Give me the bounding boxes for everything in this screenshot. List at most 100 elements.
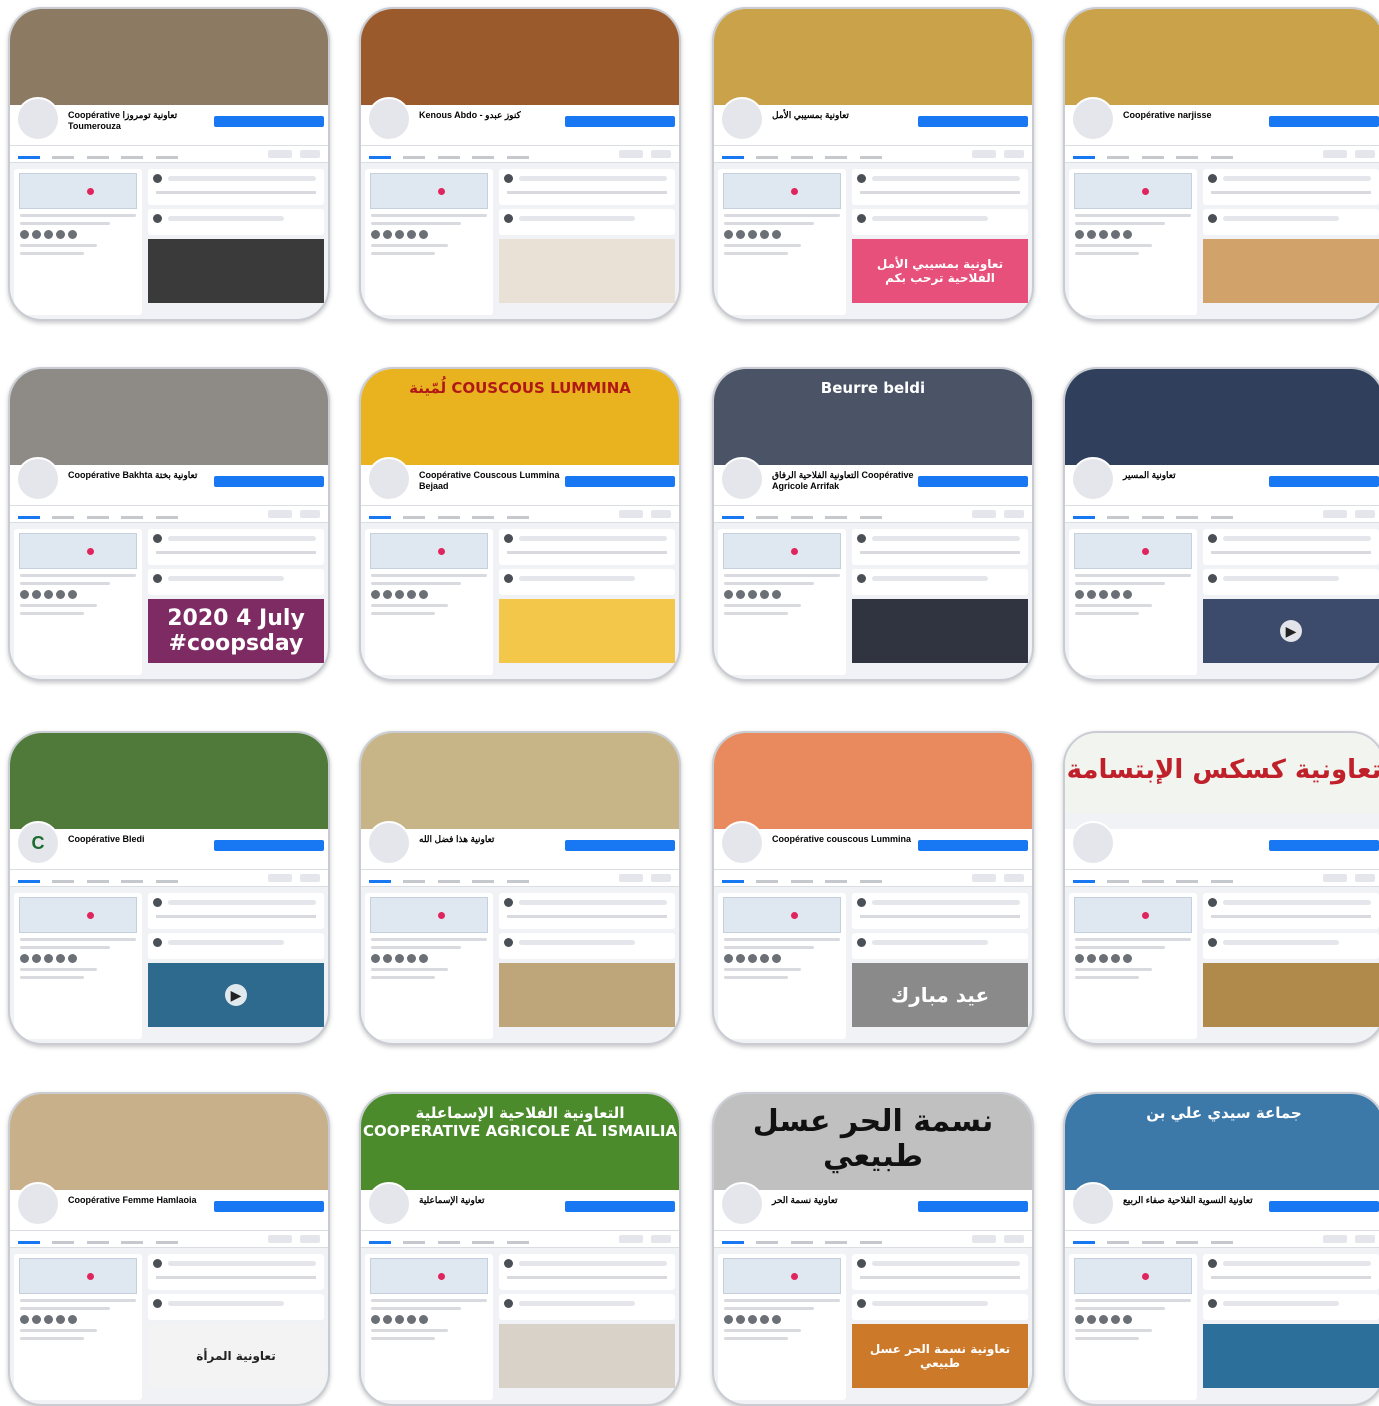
send-message-button[interactable] <box>1269 476 1379 487</box>
like-button[interactable] <box>1323 1235 1347 1243</box>
tab-posts[interactable] <box>472 1241 495 1244</box>
create-post-box[interactable] <box>499 529 675 565</box>
tab-more[interactable] <box>155 880 178 883</box>
location-map[interactable] <box>370 897 488 933</box>
create-post-box[interactable] <box>148 529 324 565</box>
page-avatar[interactable] <box>1071 1182 1115 1226</box>
search-button[interactable] <box>300 150 320 158</box>
tab-home[interactable] <box>1073 1241 1095 1244</box>
tab-about[interactable] <box>756 880 779 883</box>
tab-about[interactable] <box>1107 516 1130 519</box>
like-button[interactable] <box>619 510 643 518</box>
search-button[interactable] <box>1355 1235 1375 1243</box>
tab-photos[interactable] <box>1141 516 1164 519</box>
facebook-page-screenshot[interactable]: نسمة الحر عسل طبيعي تعاونية نسمة الحر تع… <box>712 1092 1034 1406</box>
location-map[interactable] <box>370 173 488 209</box>
send-message-button[interactable] <box>214 1201 324 1212</box>
page-name[interactable]: Kenous Abdo - كنوز عبدو <box>419 110 569 121</box>
post-image[interactable] <box>499 239 675 303</box>
post-image[interactable]: 2020 4 July #coopsday <box>148 599 324 663</box>
page-avatar[interactable] <box>16 97 60 141</box>
create-post-box[interactable] <box>1203 169 1379 205</box>
tab-photos[interactable] <box>1141 1241 1164 1244</box>
tab-posts[interactable] <box>1176 880 1199 883</box>
tab-about[interactable] <box>52 880 75 883</box>
facebook-page-screenshot[interactable]: Coopérative narjisse <box>1063 7 1379 321</box>
search-button[interactable] <box>1004 510 1024 518</box>
tab-photos[interactable] <box>86 156 109 159</box>
tab-about[interactable] <box>756 1241 779 1244</box>
tab-posts[interactable] <box>1176 156 1199 159</box>
tab-photos[interactable] <box>86 880 109 883</box>
post-image[interactable] <box>1203 963 1379 1027</box>
page-name[interactable]: التعاونية الفلاحية الرفاق Coopérative Ag… <box>772 470 922 492</box>
tab-more[interactable] <box>506 1241 529 1244</box>
tab-posts[interactable] <box>121 1241 144 1244</box>
tab-more[interactable] <box>1210 1241 1233 1244</box>
create-post-box[interactable] <box>852 1254 1028 1290</box>
search-button[interactable] <box>651 1235 671 1243</box>
location-map[interactable] <box>723 533 841 569</box>
search-button[interactable] <box>1004 150 1024 158</box>
tab-about[interactable] <box>1107 1241 1130 1244</box>
like-button[interactable] <box>972 874 996 882</box>
page-avatar[interactable]: C <box>16 821 60 865</box>
location-map[interactable] <box>19 897 137 933</box>
send-message-button[interactable] <box>918 116 1028 127</box>
page-name[interactable]: Coopérative تعاونية تومروزا Toumerouza <box>68 110 218 132</box>
page-name[interactable]: تعاونية هذا فضل الله <box>419 834 569 845</box>
facebook-page-screenshot[interactable]: Coopérative couscous Lummina عيد مبارك <box>712 731 1034 1045</box>
search-button[interactable] <box>1355 150 1375 158</box>
search-button[interactable] <box>1355 874 1375 882</box>
tab-home[interactable] <box>18 156 40 159</box>
tab-photos[interactable] <box>790 516 813 519</box>
page-name[interactable]: Coopérative narjisse <box>1123 110 1273 121</box>
tab-more[interactable] <box>155 1241 178 1244</box>
post-image[interactable]: تعاونية بمسيبي الأمل الفلاحية ترحب بكم <box>852 239 1028 303</box>
facebook-page-screenshot[interactable]: Coopérative Femme Hamlaoia تعاونية المرأ… <box>8 1092 330 1406</box>
tab-about[interactable] <box>756 156 779 159</box>
page-name[interactable]: Coopérative Couscous Lummina Bejaad <box>419 470 569 492</box>
tab-photos[interactable] <box>437 1241 460 1244</box>
send-message-button[interactable] <box>565 840 675 851</box>
tab-home[interactable] <box>1073 516 1095 519</box>
send-message-button[interactable] <box>1269 840 1379 851</box>
play-icon[interactable]: ▶ <box>1280 620 1302 642</box>
tab-more[interactable] <box>1210 156 1233 159</box>
send-message-button[interactable] <box>214 840 324 851</box>
page-avatar[interactable] <box>16 1182 60 1226</box>
location-map[interactable] <box>19 173 137 209</box>
location-map[interactable] <box>370 1258 488 1294</box>
create-post-box[interactable] <box>852 169 1028 205</box>
tab-photos[interactable] <box>437 516 460 519</box>
location-map[interactable] <box>19 1258 137 1294</box>
tab-more[interactable] <box>1210 880 1233 883</box>
send-message-button[interactable] <box>1269 1201 1379 1212</box>
facebook-page-screenshot[interactable]: Kenous Abdo - كنوز عبدو <box>359 7 681 321</box>
location-map[interactable] <box>1074 173 1192 209</box>
tab-posts[interactable] <box>825 516 848 519</box>
search-button[interactable] <box>1004 1235 1024 1243</box>
tab-home[interactable] <box>1073 156 1095 159</box>
like-button[interactable] <box>972 150 996 158</box>
tab-more[interactable] <box>506 516 529 519</box>
search-button[interactable] <box>651 510 671 518</box>
facebook-page-screenshot[interactable]: Coopérative Bakhta تعاونية بختة 2020 4 J… <box>8 367 330 681</box>
tab-home[interactable] <box>18 516 40 519</box>
tab-posts[interactable] <box>472 516 495 519</box>
tab-home[interactable] <box>722 156 744 159</box>
tab-home[interactable] <box>369 880 391 883</box>
location-map[interactable] <box>370 533 488 569</box>
page-name[interactable]: تعاونية بمسيبي الأمل <box>772 110 922 121</box>
tab-home[interactable] <box>18 880 40 883</box>
facebook-page-screenshot[interactable]: تعاونية المسير ▶ <box>1063 367 1379 681</box>
location-map[interactable] <box>723 897 841 933</box>
create-post-box[interactable] <box>499 1254 675 1290</box>
send-message-button[interactable] <box>918 840 1028 851</box>
page-avatar[interactable] <box>367 457 411 501</box>
page-name[interactable]: تعاونية نسمة الحر <box>772 1195 922 1206</box>
like-button[interactable] <box>1323 150 1347 158</box>
tab-photos[interactable] <box>86 516 109 519</box>
facebook-page-screenshot[interactable]: Coopérative تعاونية تومروزا Toumerouza <box>8 7 330 321</box>
send-message-button[interactable] <box>918 476 1028 487</box>
